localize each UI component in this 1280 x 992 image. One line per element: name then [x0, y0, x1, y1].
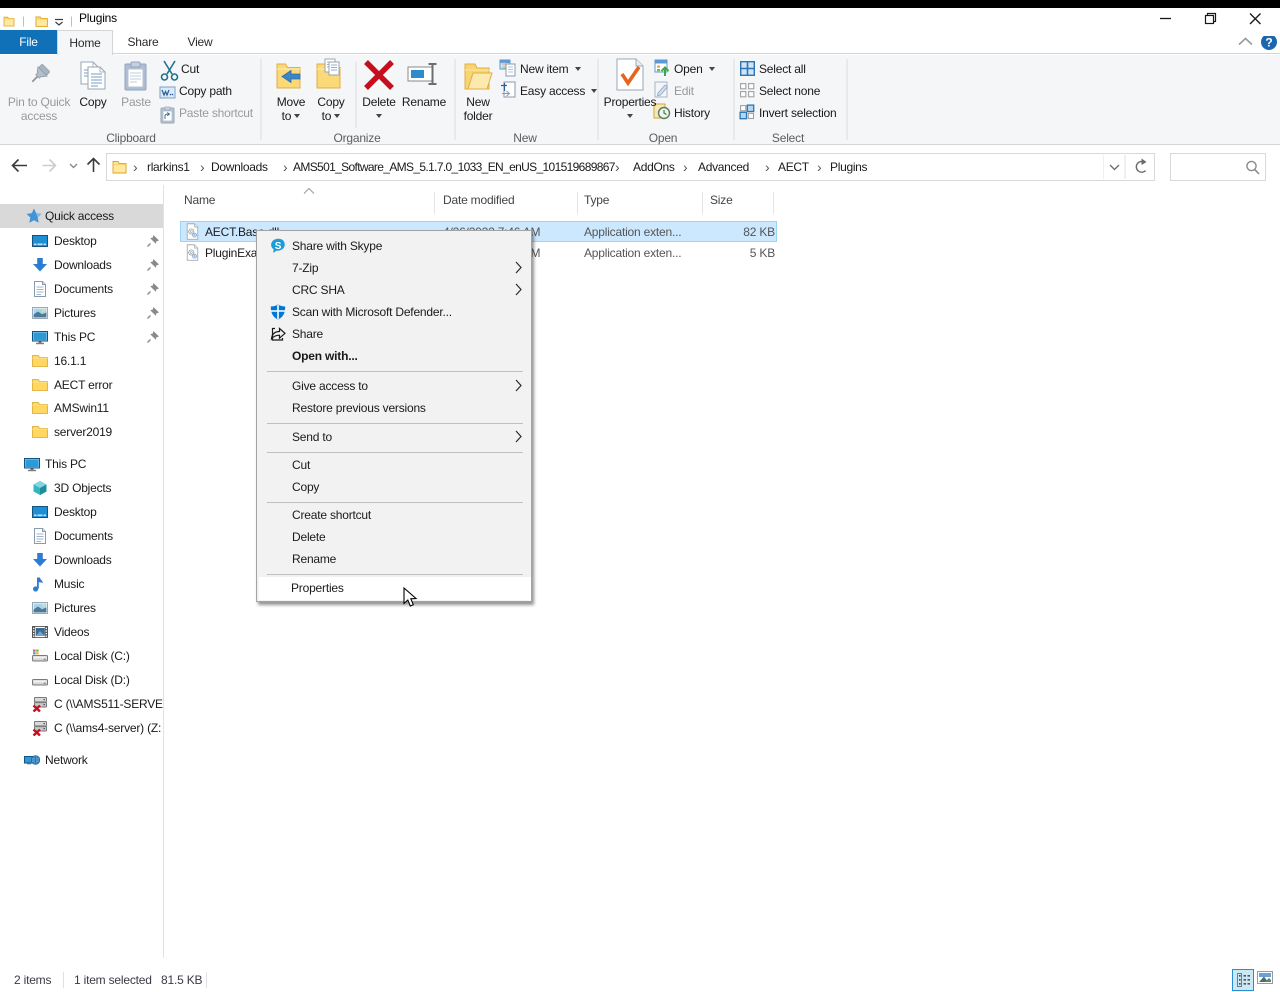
svg-text:?: ? — [1265, 36, 1272, 50]
svg-text:S: S — [275, 241, 282, 252]
